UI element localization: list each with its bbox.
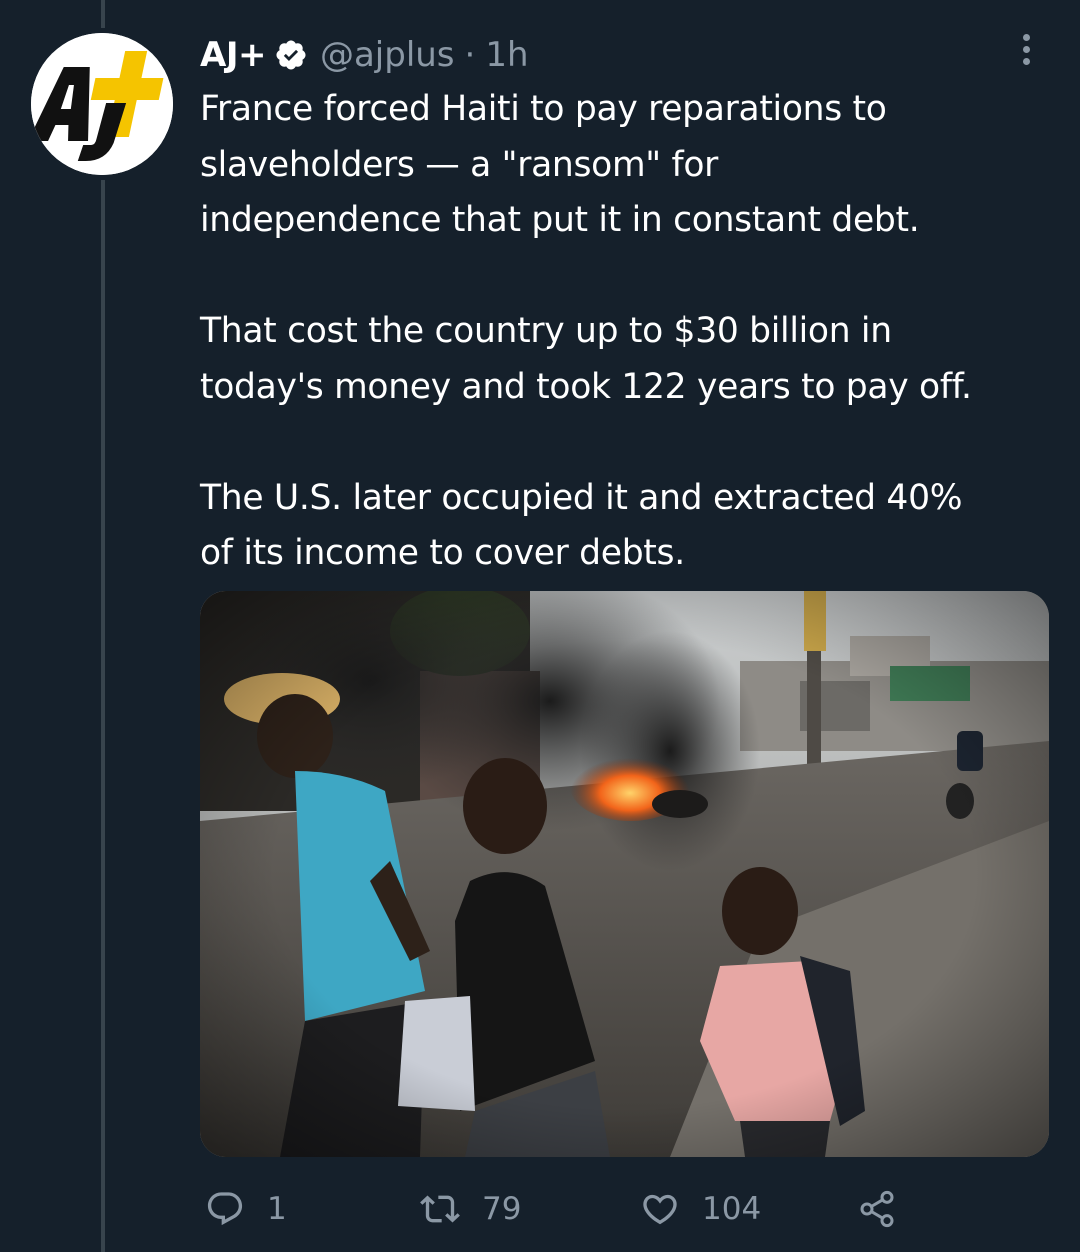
text-line: That cost the country up to $30 billion … xyxy=(200,311,892,351)
heart-icon xyxy=(643,1194,677,1225)
timestamp[interactable]: 1h xyxy=(485,35,528,75)
text-line: today's money and took 122 years to pay … xyxy=(200,366,972,407)
handle[interactable]: @ajplus xyxy=(320,35,455,75)
verified-badge-icon xyxy=(274,38,308,72)
display-name[interactable]: AJ+ xyxy=(200,35,266,75)
thread-line-bottom xyxy=(101,180,105,1252)
share-icon xyxy=(860,1190,894,1228)
like-count: 104 xyxy=(702,1191,762,1227)
thread-line-top xyxy=(101,0,105,28)
text-line: of its income to cover debts. xyxy=(200,533,685,573)
text-line: The U.S. later occupied it and extracted… xyxy=(200,477,963,518)
text-line: independence that put it in constant deb… xyxy=(200,200,920,240)
reply-icon xyxy=(207,1192,243,1226)
like-button[interactable]: 104 xyxy=(640,1186,761,1232)
more-options-icon[interactable] xyxy=(1013,34,1039,70)
retweet-button[interactable]: 79 xyxy=(420,1186,521,1232)
tweet-text: France forced Haiti to pay reparations t… xyxy=(200,82,1060,582)
tweet-paragraph: The U.S. later occupied it and extracted… xyxy=(200,471,1060,582)
tweet-paragraph: France forced Haiti to pay reparations t… xyxy=(200,82,1060,249)
reply-count: 1 xyxy=(267,1191,287,1227)
separator-dot: · xyxy=(464,35,476,75)
tweet-paragraph: That cost the country up to $30 billion … xyxy=(200,304,1060,415)
avatar[interactable] xyxy=(31,33,173,175)
reply-button[interactable]: 1 xyxy=(205,1186,287,1232)
tweet-photo[interactable] xyxy=(200,591,1049,1157)
retweet-icon xyxy=(420,1195,460,1223)
retweet-count: 79 xyxy=(482,1191,522,1227)
tweet-header: AJ+ @ajplus · 1h xyxy=(200,30,529,80)
text-line: slaveholders — a "ransom" for xyxy=(200,144,719,185)
share-button[interactable] xyxy=(857,1186,897,1232)
ajplus-logo-icon xyxy=(31,33,173,175)
text-line: France forced Haiti to pay reparations t… xyxy=(200,89,887,129)
